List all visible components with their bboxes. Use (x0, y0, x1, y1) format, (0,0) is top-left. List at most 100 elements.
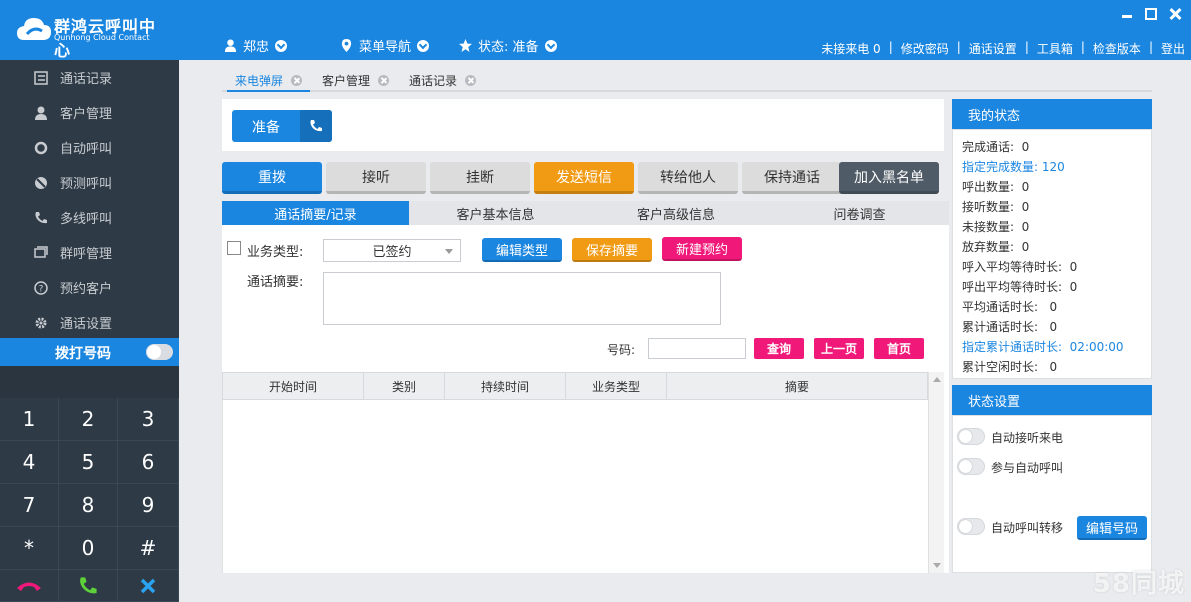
toolbox-link[interactable]: 工具箱 (1037, 40, 1073, 57)
first-page-button[interactable]: 首页 (874, 338, 924, 359)
sidebar-item-label: 通话设置 (60, 317, 113, 332)
dial-number-input[interactable] (0, 366, 179, 398)
user-menu[interactable]: 郑忠 (224, 36, 288, 55)
tab-label: 通话记录 (409, 73, 458, 88)
auto-transfer-toggle[interactable] (957, 518, 985, 535)
close-tab-icon[interactable] (465, 74, 477, 86)
col-duration[interactable]: 持续时间 (445, 373, 566, 399)
stat-avg-call-duration: 平均通话时长: 0 (962, 299, 1058, 314)
call-settings-link[interactable]: 通话设置 (969, 40, 1017, 57)
star-icon (459, 39, 472, 52)
sidebar-item-group-call[interactable]: 群呼管理 (0, 235, 179, 270)
clear-key[interactable] (118, 570, 179, 602)
change-password-link[interactable]: 修改密码 (901, 40, 949, 57)
sidebar-item-label: 客户管理 (60, 107, 113, 122)
sidebar-item-multiline-call[interactable]: 多线呼叫 (0, 200, 179, 235)
key-6[interactable]: 6 (118, 441, 179, 484)
window-controls (1121, 8, 1181, 20)
business-type-select[interactable]: 已签约 (323, 239, 461, 262)
transfer-button[interactable]: 转给他人 (638, 162, 738, 194)
save-summary-button[interactable]: 保存摘要 (572, 238, 652, 262)
key-9[interactable]: 9 (118, 484, 179, 527)
key-0[interactable]: 0 (59, 527, 118, 570)
sidebar-item-appointments[interactable]: ? 预约客户 (0, 270, 179, 305)
user-name: 郑忠 (243, 40, 270, 55)
table-scrollbar[interactable] (928, 372, 944, 573)
maximize-icon[interactable] (1145, 8, 1157, 20)
summary-textarea[interactable] (323, 272, 721, 325)
tab-questionnaire[interactable]: 问卷调查 (770, 201, 949, 225)
col-summary[interactable]: 摘要 (667, 373, 927, 399)
sidebar: 通话记录 客户管理 自动呼叫 预测呼叫 多线呼叫 群呼管理 ? 预约客户 通话设… (0, 60, 179, 602)
dial-number-bar: 拨打号码 (0, 338, 179, 366)
sidebar-item-auto-call[interactable]: 自动呼叫 (0, 130, 179, 165)
join-auto-call-label: 参与自动呼叫 (991, 461, 1064, 475)
missed-calls-link[interactable]: 未接来电 0 (821, 40, 880, 57)
sidebar-item-customer-management[interactable]: 客户管理 (0, 95, 179, 130)
sidebar-item-label: 通话记录 (60, 72, 113, 87)
dial-toggle[interactable] (146, 344, 173, 360)
blacklist-button[interactable]: 加入黑名单 (839, 162, 939, 194)
answer-button[interactable]: 接听 (326, 162, 426, 194)
edit-number-button[interactable]: 编辑号码 (1077, 516, 1147, 540)
key-star[interactable]: * (0, 527, 59, 570)
tab-customer-basic-info[interactable]: 客户基本信息 (409, 201, 582, 225)
auto-answer-toggle[interactable] (957, 428, 985, 445)
send-sms-button[interactable]: 发送短信 (534, 162, 634, 194)
hangup-button[interactable]: 挂断 (430, 162, 530, 194)
key-1[interactable]: 1 (0, 398, 59, 441)
col-start-time[interactable]: 开始时间 (223, 373, 364, 399)
tab-call-summary[interactable]: 通话摘要/记录 (222, 201, 409, 225)
number-input[interactable] (648, 338, 746, 359)
cloud-logo-icon (17, 18, 51, 40)
scroll-up-icon[interactable] (933, 377, 941, 382)
col-category[interactable]: 类别 (364, 373, 445, 399)
tab-customer-advanced-info[interactable]: 客户高级信息 (582, 201, 770, 225)
menu-nav[interactable]: 菜单导航 (340, 36, 430, 55)
call-key[interactable] (59, 570, 118, 602)
sidebar-item-call-records[interactable]: 通话记录 (0, 60, 179, 95)
status-menu[interactable]: 状态: 准备 (459, 36, 557, 55)
sidebar-item-label: 自动呼叫 (60, 142, 113, 157)
check-version-link[interactable]: 检查版本 (1093, 40, 1141, 57)
key-hash[interactable]: # (118, 527, 179, 570)
key-4[interactable]: 4 (0, 441, 59, 484)
hold-call-button[interactable]: 保持通话 (742, 162, 842, 194)
close-tab-icon[interactable] (378, 74, 390, 86)
list-icon (34, 70, 48, 85)
stat-target-total-duration: 指定累计通话时长: 02:00:00 (962, 339, 1124, 354)
close-tab-icon[interactable] (291, 74, 303, 86)
redial-button[interactable]: 重拨 (222, 162, 322, 194)
tab-incoming-popup[interactable]: 来电弹屏 (227, 70, 311, 92)
hangup-key[interactable] (0, 570, 59, 602)
new-appointment-button[interactable]: 新建预约 (662, 237, 742, 261)
tab-customer-management[interactable]: 客户管理 (322, 70, 390, 90)
location-pin-icon (341, 39, 352, 52)
col-business-type[interactable]: 业务类型 (566, 373, 667, 399)
sidebar-item-predictive-call[interactable]: 预测呼叫 (0, 165, 179, 200)
sub-tabs: 通话摘要/记录 客户基本信息 客户高级信息 问卷调查 (222, 201, 949, 225)
business-type-checkbox[interactable] (227, 241, 241, 255)
key-5[interactable]: 5 (59, 441, 118, 484)
query-button[interactable]: 查询 (754, 338, 804, 359)
hangup-icon (17, 582, 41, 591)
logout-link[interactable]: 登出 (1161, 40, 1185, 57)
close-icon[interactable] (1169, 8, 1181, 20)
stat-answered-count: 接听数量: 0 (962, 199, 1030, 214)
table-body (222, 400, 928, 573)
sidebar-item-label: 群呼管理 (60, 247, 113, 262)
edit-type-button[interactable]: 编辑类型 (482, 238, 562, 262)
key-2[interactable]: 2 (59, 398, 118, 441)
ring-icon (34, 141, 48, 154)
prev-page-button[interactable]: 上一页 (814, 338, 864, 359)
key-8[interactable]: 8 (59, 484, 118, 527)
ready-button[interactable]: 准备 (232, 110, 332, 142)
sidebar-item-call-settings[interactable]: 通话设置 (0, 305, 179, 340)
app-logo: 群鸿云呼叫中心 Qunhong Cloud Contact (16, 10, 166, 60)
tab-call-records[interactable]: 通话记录 (409, 70, 477, 90)
key-7[interactable]: 7 (0, 484, 59, 527)
minimize-icon[interactable] (1121, 8, 1133, 20)
join-auto-call-toggle[interactable] (957, 458, 985, 475)
key-3[interactable]: 3 (118, 398, 179, 441)
scroll-down-icon[interactable] (933, 563, 941, 568)
